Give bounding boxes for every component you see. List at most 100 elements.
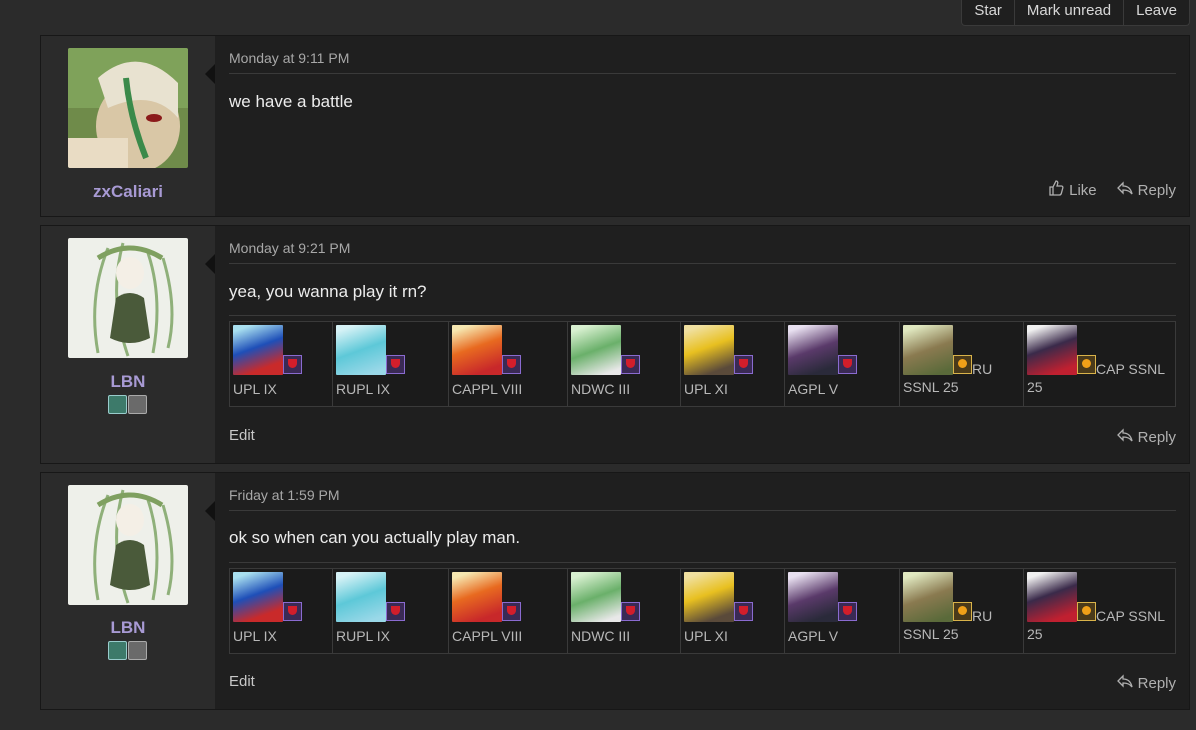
kyogre-sprite-icon	[233, 325, 283, 375]
pokemon-sprite-icon	[788, 572, 838, 622]
message-text: yea, you wanna play it rn?	[229, 282, 427, 301]
user-panel: zxCaliari	[41, 36, 215, 216]
trophy-cup-icon	[386, 602, 405, 621]
trophy-cup-icon	[502, 355, 521, 374]
reply-button[interactable]: Reply	[1116, 180, 1176, 200]
message-text: we have a battle	[229, 92, 353, 111]
reply-label: Reply	[1137, 181, 1176, 199]
melmetal-sprite-icon	[684, 572, 734, 622]
reply-icon	[1116, 427, 1133, 447]
trophy-item[interactable]: AGPL V	[785, 322, 900, 406]
user-panel: LBN	[41, 226, 215, 463]
trophy-item[interactable]: CAPPL VIII	[449, 322, 568, 406]
trophy-label: UPL IX	[233, 381, 277, 397]
reply-button[interactable]: Reply	[1116, 427, 1176, 447]
divider	[229, 510, 1176, 511]
trophy-label: 25	[1027, 379, 1043, 395]
reply-button[interactable]: Reply	[1116, 673, 1176, 693]
pokemon-sprite-icon	[336, 572, 386, 622]
trophy-item[interactable]: UPL XI	[681, 322, 785, 406]
post-date[interactable]: Friday at 1:59 PM	[229, 487, 340, 503]
avatar[interactable]	[68, 485, 188, 605]
reply-label: Reply	[1137, 674, 1176, 692]
trophy-label: NDWC III	[571, 381, 631, 397]
trophy-label: CAPPL VIII	[452, 381, 523, 397]
trophy-cup-icon	[621, 602, 640, 621]
trophy-item[interactable]: CAP SSNL 25	[1024, 569, 1175, 653]
trophy-label: SSNL 25	[903, 379, 959, 395]
message-text: ok so when can you actually play man.	[229, 528, 521, 547]
pokemon-sprite-icon	[336, 325, 386, 375]
like-button[interactable]: Like	[1048, 180, 1097, 200]
mark-unread-button[interactable]: Mark unread	[1013, 0, 1123, 25]
trophy-cup-icon	[283, 355, 302, 374]
edit-link[interactable]: Edit	[229, 427, 255, 444]
trophy-label: RUPL IX	[336, 628, 390, 644]
badge-icon	[108, 395, 127, 414]
avatar[interactable]	[68, 238, 188, 358]
trophy-item[interactable]: RUPL IX	[333, 322, 449, 406]
kyogre-sprite-icon	[233, 572, 283, 622]
darkrai-sprite-icon	[1027, 572, 1077, 622]
trophy-cup-icon	[734, 355, 753, 374]
trophy-cup-icon	[734, 602, 753, 621]
user-panel: LBN	[41, 473, 215, 709]
darkrai-sprite-icon	[1027, 325, 1077, 375]
user-badges	[108, 395, 147, 414]
trophy-cup-icon	[283, 602, 302, 621]
post-actions: Reply	[1116, 673, 1176, 693]
gardevoir-sprite-icon	[571, 572, 621, 622]
trophy-cup-icon	[621, 355, 640, 374]
username[interactable]: LBN	[41, 372, 215, 392]
badge-icon	[108, 641, 127, 660]
trophy-label: AGPL V	[788, 628, 839, 644]
pokemon-sprite-icon	[788, 325, 838, 375]
melmetal-sprite-icon	[684, 325, 734, 375]
trophy-tag: RU	[972, 608, 993, 624]
post-actions: Like Reply	[1048, 180, 1176, 200]
divider	[229, 562, 1176, 563]
reply-label: Reply	[1137, 428, 1176, 446]
trophy-showcase: UPL IX RUPL IX CAPPL VIII NDWC III UPL X…	[229, 568, 1176, 654]
post-arrow	[205, 254, 215, 274]
post-date[interactable]: Monday at 9:21 PM	[229, 240, 350, 256]
divider	[229, 73, 1176, 74]
avatar[interactable]	[68, 48, 188, 168]
trophy-item[interactable]: RUPL IX	[333, 569, 449, 653]
trophy-item[interactable]: RU SSNL 25	[900, 569, 1024, 653]
trophy-tag: CAP SSNL	[1096, 608, 1165, 624]
username[interactable]: zxCaliari	[41, 182, 215, 202]
trophy-label: NDWC III	[571, 628, 631, 644]
trophy-label: SSNL 25	[903, 626, 959, 642]
message-post: LBN Monday at 9:21 PM yea, you wanna pla…	[40, 225, 1190, 464]
trophy-tag: RU	[972, 361, 993, 377]
pokemon-sprite-icon	[903, 325, 953, 375]
trophy-item[interactable]: NDWC III	[568, 569, 681, 653]
username[interactable]: LBN	[41, 618, 215, 638]
badge-icon	[128, 641, 147, 660]
pokemon-sprite-icon	[452, 572, 502, 622]
trophy-item[interactable]: UPL IX	[230, 322, 333, 406]
trophy-medal-icon	[953, 355, 972, 374]
trophy-item[interactable]: NDWC III	[568, 322, 681, 406]
trophy-showcase: UPL IX RUPL IX CAPPL VIII NDWC III UPL X…	[229, 321, 1176, 407]
post-arrow	[205, 501, 215, 521]
trophy-item[interactable]: UPL IX	[230, 569, 333, 653]
post-date[interactable]: Monday at 9:11 PM	[229, 50, 349, 66]
leave-button[interactable]: Leave	[1123, 0, 1189, 25]
trophy-item[interactable]: CAPPL VIII	[449, 569, 568, 653]
trophy-label: CAPPL VIII	[452, 628, 523, 644]
trophy-item[interactable]: UPL XI	[681, 569, 785, 653]
trophy-medal-icon	[1077, 355, 1096, 374]
gardevoir-sprite-icon	[571, 325, 621, 375]
pokemon-sprite-icon	[452, 325, 502, 375]
trophy-item[interactable]: AGPL V	[785, 569, 900, 653]
edit-link[interactable]: Edit	[229, 673, 255, 690]
trophy-medal-icon	[953, 602, 972, 621]
trophy-tag: CAP SSNL	[1096, 361, 1165, 377]
reply-icon	[1116, 673, 1133, 693]
trophy-item[interactable]: RU SSNL 25	[900, 322, 1024, 406]
trophy-item[interactable]: CAP SSNL 25	[1024, 322, 1175, 406]
star-button[interactable]: Star	[962, 0, 1014, 25]
post-actions: Reply	[1116, 427, 1176, 447]
